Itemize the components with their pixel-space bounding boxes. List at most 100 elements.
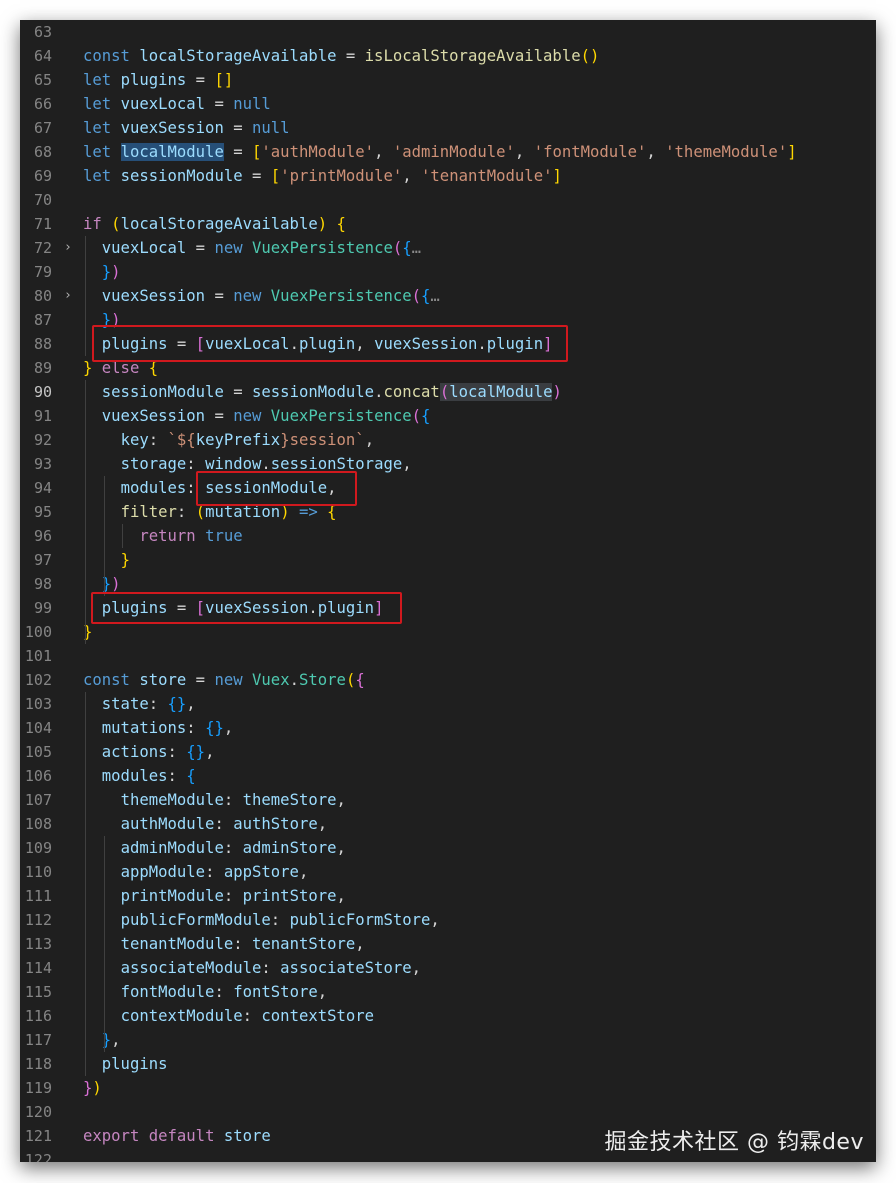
code-text: themeModule: themeStore,	[83, 788, 346, 812]
code-token: ,	[336, 887, 346, 905]
code-token: ()	[580, 47, 600, 65]
code-token: appStore	[223, 863, 299, 881]
code-line[interactable]: 95 filter: (mutation) => {	[20, 500, 876, 524]
code-line[interactable]: 114 associateModule: associateStore,	[20, 956, 876, 980]
indent-guide	[103, 836, 105, 1052]
code-token: export	[83, 1127, 140, 1145]
code-line[interactable]: 94 modules: sessionModule,	[20, 476, 876, 500]
code-line[interactable]: 92 key: `${keyPrefix}session`,	[20, 428, 876, 452]
line-number: 119	[24, 1079, 52, 1097]
code-line[interactable]: 80 › vuexSession = new VuexPersistence({…	[20, 284, 876, 308]
code-token: :	[214, 983, 234, 1001]
code-token: keyPrefix	[195, 431, 281, 449]
code-token: {	[355, 671, 365, 689]
code-token: }	[120, 551, 130, 569]
code-line[interactable]: 118 plugins	[20, 1052, 876, 1076]
code-token: :	[223, 887, 243, 905]
code-line[interactable]: 103 state: {},	[20, 692, 876, 716]
code-token: sessionModule	[252, 383, 375, 401]
code-line[interactable]: 115 fontModule: fontStore,	[20, 980, 876, 1004]
code-token: )	[92, 1079, 102, 1097]
indent-guide	[85, 236, 86, 356]
line-number: 120	[24, 1103, 52, 1121]
code-line[interactable]: 119})	[20, 1076, 876, 1100]
code-line[interactable]: 112 publicFormModule: publicFormStore,	[20, 908, 876, 932]
code-line[interactable]: 96 return true	[20, 524, 876, 548]
line-number: 66	[33, 95, 52, 113]
code-line[interactable]: 63	[20, 20, 876, 44]
code-token: themeModule	[120, 791, 224, 809]
code-line[interactable]: 91 vuexSession = new VuexPersistence({	[20, 404, 876, 428]
code-line[interactable]: 67 let vuexSession = null	[20, 116, 876, 140]
code-token: localStorageAvailable	[120, 215, 318, 233]
code-token: return	[139, 527, 196, 545]
code-token: modules	[101, 767, 168, 785]
code-token: storage	[120, 455, 187, 473]
fold-chevron-icon[interactable]: ›	[64, 284, 72, 308]
code-line[interactable]: 72 › vuexLocal = new VuexPersistence({…	[20, 236, 876, 260]
code-line[interactable]: 105 actions: {},	[20, 740, 876, 764]
code-token: fontStore	[233, 983, 318, 1001]
code-line[interactable]: 104 mutations: {},	[20, 716, 876, 740]
line-number: 71	[33, 215, 52, 233]
code-line[interactable]: 93 storage: window.sessionStorage,	[20, 452, 876, 476]
code-token: ,	[430, 911, 440, 929]
code-line[interactable]: 108 authModule: authStore,	[20, 812, 876, 836]
code-token: Store	[298, 671, 346, 689]
code-line[interactable]: 101	[20, 644, 876, 668]
code-text: tenantModule: tenantStore,	[83, 932, 365, 956]
code-token: ,	[411, 959, 421, 977]
code-line[interactable]: 68 let localModule = ['authModule', 'admi…	[20, 140, 876, 164]
code-text: const store = new Vuex.Store({	[83, 668, 365, 692]
line-number: 63	[33, 23, 52, 41]
code-line[interactable]: 79 })	[20, 260, 876, 284]
code-line[interactable]: 106 modules: {	[20, 764, 876, 788]
code-line[interactable]: 116 contextModule: contextStore	[20, 1004, 876, 1028]
code-line[interactable]: 66 let vuexLocal = null	[20, 92, 876, 116]
indent-guide	[85, 380, 86, 644]
line-number: 117	[24, 1031, 52, 1049]
code-line[interactable]: 69 let sessionModule = ['printModule', 't…	[20, 164, 876, 188]
code-line[interactable]: 70	[20, 188, 876, 212]
code-line[interactable]: 102 const store = new Vuex.Store({	[20, 668, 876, 692]
code-token: [	[252, 143, 262, 161]
line-number: 111	[24, 887, 52, 905]
code-line[interactable]: 65 let plugins = []	[20, 68, 876, 92]
code-line[interactable]: 97 }	[20, 548, 876, 572]
code-line[interactable]: 113 tenantModule: tenantStore,	[20, 932, 876, 956]
code-text: export default store	[83, 1124, 271, 1148]
code-token: modules	[120, 479, 187, 497]
line-number: 108	[24, 815, 52, 833]
code-line[interactable]: 111 printModule: printStore,	[20, 884, 876, 908]
fold-chevron-icon[interactable]: ›	[64, 236, 72, 260]
code-token: vuexSession	[120, 119, 224, 137]
code-token: new	[233, 287, 262, 305]
code-line[interactable]: 117 },	[20, 1028, 876, 1052]
code-token: printModule	[120, 887, 224, 905]
code-text: })	[83, 260, 121, 284]
code-token: :	[214, 815, 234, 833]
code-line[interactable]: 64 const localStorageAvailable = isLocalS…	[20, 44, 876, 68]
code-line[interactable]: 110 appModule: appStore,	[20, 860, 876, 884]
code-text: fontModule: fontStore,	[83, 980, 328, 1004]
line-number: 96	[33, 527, 52, 545]
code-token: contextModule	[120, 1007, 243, 1025]
code-token: ,	[111, 1031, 121, 1049]
code-line[interactable]: 120	[20, 1100, 876, 1124]
code-line[interactable]: 90 sessionModule = sessionModule.concat(…	[20, 380, 876, 404]
code-editor[interactable]: 63 64 const localStorageAvailable = isLoca…	[20, 20, 876, 1162]
code-line[interactable]: 109 adminModule: adminStore,	[20, 836, 876, 860]
line-number: 67	[33, 119, 52, 137]
code-token: publicFormModule	[120, 911, 271, 929]
code-line[interactable]: 107 themeModule: themeStore,	[20, 788, 876, 812]
code-text: sessionModule = sessionModule.concat(loc…	[83, 380, 562, 404]
code-line[interactable]: 71 if (localStorageAvailable) {	[20, 212, 876, 236]
